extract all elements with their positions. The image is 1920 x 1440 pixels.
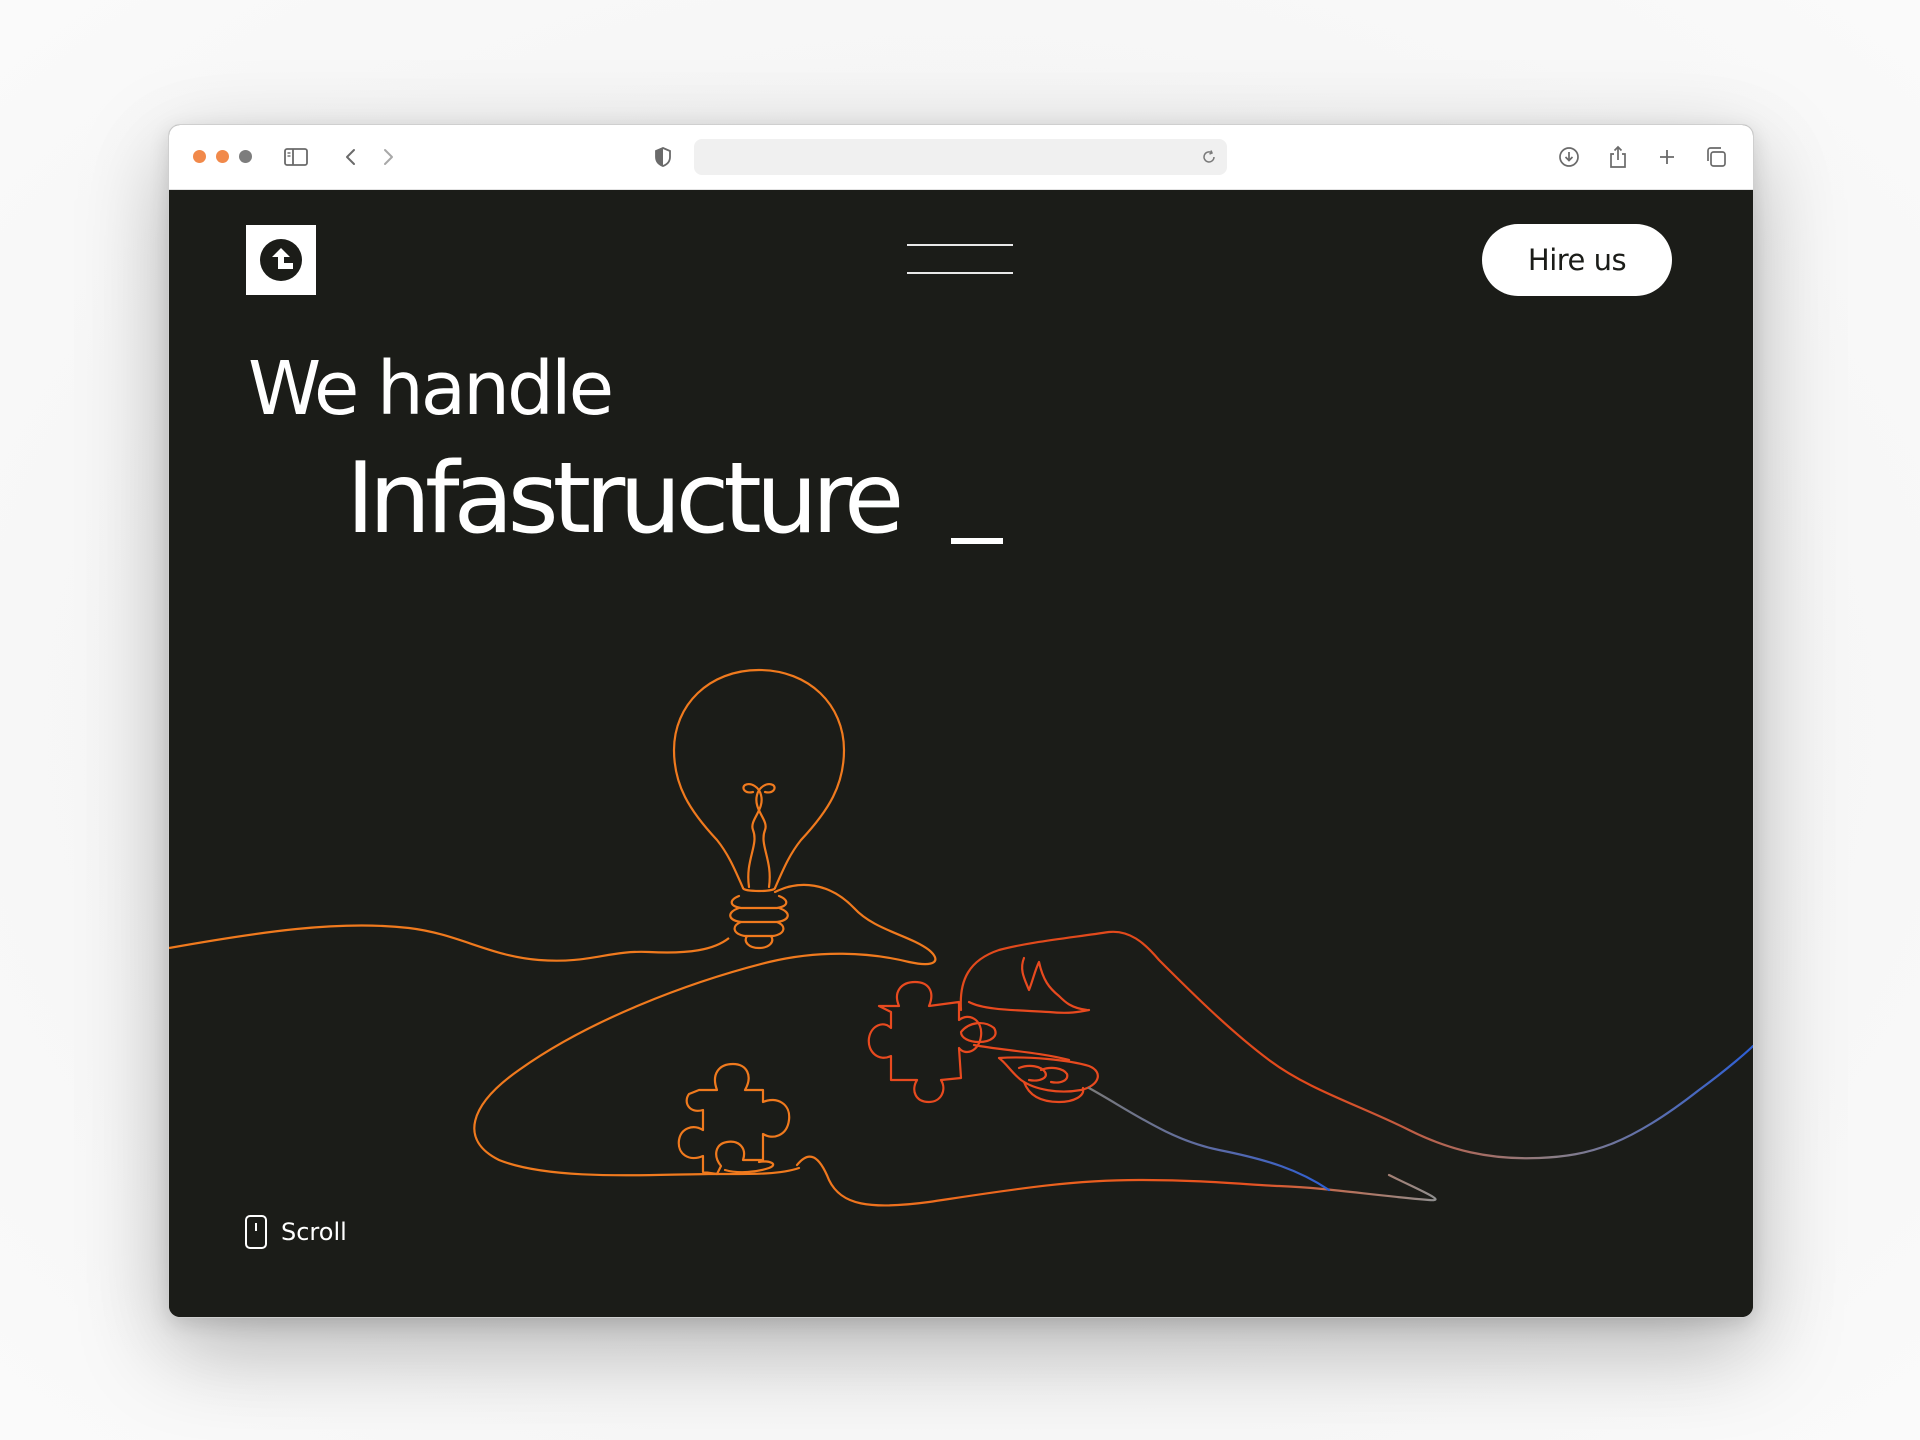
- maximize-window-button[interactable]: [239, 150, 252, 163]
- new-tab-icon[interactable]: [1655, 145, 1679, 169]
- browser-window: Hire us We handle Infastructure Scroll: [168, 124, 1754, 1318]
- privacy-shield-icon[interactable]: [651, 145, 675, 169]
- puzzle-piece-center: [867, 980, 983, 1104]
- hire-us-button[interactable]: Hire us: [1482, 224, 1672, 296]
- hero-heading-line1: We handle: [248, 346, 614, 432]
- download-icon[interactable]: [1557, 145, 1581, 169]
- back-icon[interactable]: [339, 145, 363, 169]
- ground-line: [795, 1155, 1437, 1207]
- tab-overview-icon[interactable]: [1704, 145, 1728, 169]
- hero-heading-line2: Infastructure: [346, 442, 904, 556]
- hamburger-icon[interactable]: [907, 244, 1013, 274]
- brand-logo[interactable]: [246, 225, 316, 295]
- horizon-line: [169, 924, 730, 962]
- cloud-outline: [473, 952, 911, 1177]
- arrow-up-circle-logo: [260, 239, 302, 281]
- menu-bar-top: [907, 244, 1013, 246]
- puzzle-piece-left: [677, 1062, 791, 1176]
- forward-icon[interactable]: [376, 145, 400, 169]
- address-bar[interactable]: [694, 139, 1227, 175]
- scroll-indicator[interactable]: Scroll: [245, 1215, 347, 1249]
- website-page: Hire us We handle Infastructure Scroll: [169, 190, 1753, 1317]
- sidebar-toggle-icon[interactable]: [284, 145, 308, 169]
- reload-icon[interactable]: [1197, 145, 1221, 169]
- menu-bar-bottom: [907, 272, 1013, 274]
- scroll-label: Scroll: [281, 1218, 347, 1246]
- traffic-lights: [193, 150, 252, 163]
- close-window-button[interactable]: [193, 150, 206, 163]
- lightbulb-icon: [672, 668, 937, 966]
- stage: Hire us We handle Infastructure Scroll: [0, 0, 1920, 1440]
- minimize-window-button[interactable]: [216, 150, 229, 163]
- mouse-icon: [245, 1215, 267, 1249]
- browser-toolbar: [169, 125, 1753, 190]
- mouse-wheel: [255, 1223, 257, 1231]
- hand-outline: [959, 930, 1753, 1192]
- typing-cursor: [951, 538, 1003, 544]
- share-icon[interactable]: [1606, 145, 1630, 169]
